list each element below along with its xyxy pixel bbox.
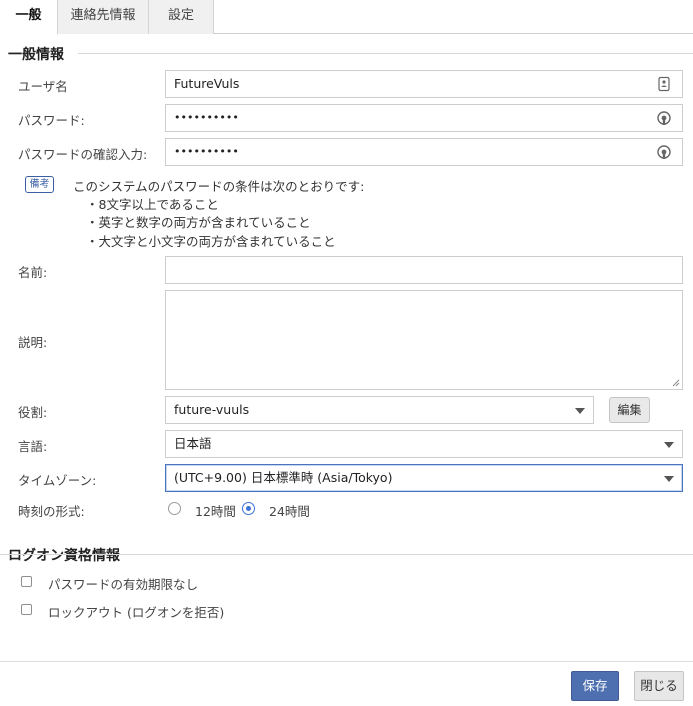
language-label: 言語:: [18, 439, 48, 454]
timezone-label: タイムゾーン:: [18, 473, 97, 488]
chevron-down-icon: [664, 442, 674, 448]
role-select[interactable]: future-vuuls: [165, 396, 594, 424]
chevron-down-icon: [575, 408, 585, 414]
note-line: ・8文字以上であること: [86, 197, 219, 212]
note-line: ・英字と数字の両方が含まれていること: [86, 215, 311, 230]
logon-section-title: ログオン資格情報: [8, 548, 120, 564]
role-label: 役割:: [18, 405, 48, 420]
resize-handle-icon[interactable]: [672, 379, 680, 387]
tab-general-label: 一般: [15, 8, 42, 23]
tab-bar: 一般 連絡先情報 設定: [0, 0, 693, 35]
password-never-expires-checkbox[interactable]: [21, 576, 32, 587]
username-field[interactable]: FutureVuls: [165, 70, 683, 98]
time-format-12h-label[interactable]: 12時間: [195, 501, 236, 520]
password-confirm-field[interactable]: ••••••••••: [165, 138, 683, 166]
timezone-select[interactable]: (UTC+9.00) 日本標準時 (Asia/Tokyo): [165, 464, 683, 492]
general-section-divider: [78, 53, 693, 54]
description-textarea[interactable]: [165, 290, 683, 390]
name-field[interactable]: [165, 256, 683, 284]
general-section-title: 一般情報: [8, 47, 64, 63]
tab-settings[interactable]: 設定: [149, 0, 214, 34]
tab-contact-info-label: 連絡先情報: [70, 8, 136, 23]
tab-contact-info[interactable]: 連絡先情報: [58, 0, 149, 34]
name-label: 名前:: [18, 265, 48, 280]
timezone-value: (UTC+9.00) 日本標準時 (Asia/Tokyo): [174, 470, 393, 485]
chevron-down-icon: [664, 476, 674, 482]
description-label: 説明:: [18, 335, 48, 350]
password-value: ••••••••••: [174, 111, 239, 124]
language-select[interactable]: 日本語: [165, 430, 683, 458]
language-value: 日本語: [174, 436, 212, 451]
password-never-expires-label[interactable]: パスワードの有効期限なし: [48, 574, 198, 593]
password-confirm-value: ••••••••••: [174, 145, 239, 158]
close-button[interactable]: 閉じる: [634, 671, 684, 701]
save-button[interactable]: 保存: [571, 671, 619, 701]
username-label: ユーザ名: [18, 79, 68, 94]
password-field[interactable]: ••••••••••: [165, 104, 683, 132]
footer-divider: [0, 661, 693, 662]
tab-settings-label: 設定: [167, 8, 194, 23]
username-value: FutureVuls: [174, 76, 240, 91]
password-confirm-label: パスワードの確認入力:: [18, 147, 148, 162]
time-format-24h-label[interactable]: 24時間: [269, 501, 310, 520]
note-line: ・大文字と小文字の両方が含まれていること: [86, 234, 336, 249]
note-badge: 備考: [25, 176, 54, 193]
password-reveal-icon[interactable]: [656, 144, 672, 160]
lockout-checkbox[interactable]: [21, 604, 32, 615]
logon-section-divider: [0, 554, 693, 555]
time-format-24h-radio[interactable]: [242, 502, 255, 515]
role-value: future-vuuls: [174, 402, 250, 417]
contact-card-icon[interactable]: [656, 76, 672, 92]
password-label: パスワード:: [18, 113, 85, 128]
time-format-label: 時刻の形式:: [18, 504, 85, 519]
role-edit-button[interactable]: 編集: [609, 397, 650, 423]
time-format-12h-radio[interactable]: [168, 502, 181, 515]
note-line: このシステムのパスワードの条件は次のとおりです:: [73, 179, 365, 194]
password-reveal-icon[interactable]: [656, 110, 672, 126]
lockout-label[interactable]: ロックアウト (ログオンを拒否): [48, 602, 224, 621]
tab-general[interactable]: 一般: [0, 0, 58, 35]
